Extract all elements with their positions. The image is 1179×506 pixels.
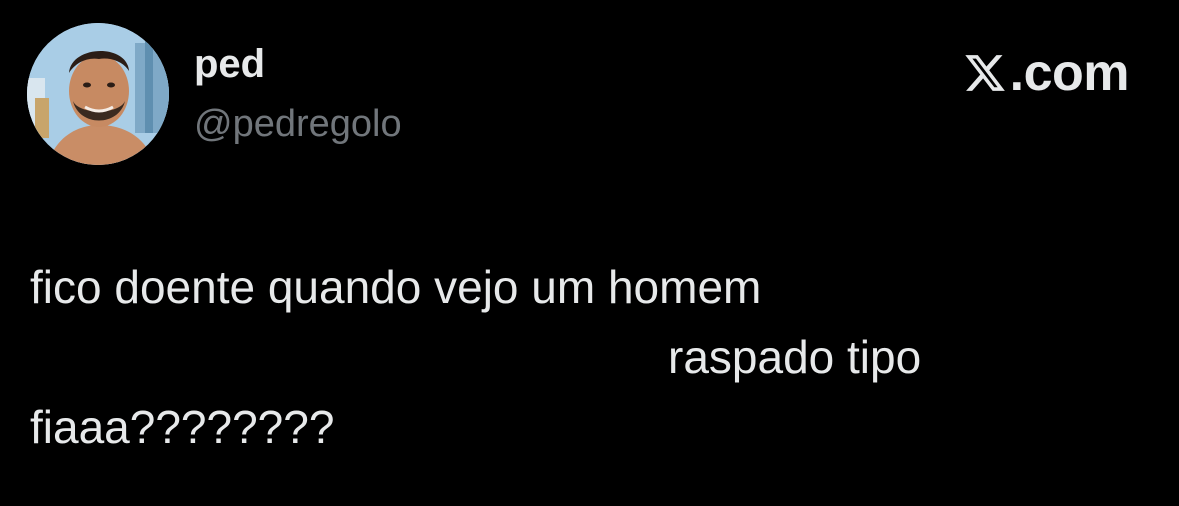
tweet-text-line: raspado tipo — [668, 331, 922, 383]
brand-label: .com — [1009, 44, 1130, 102]
avatar[interactable] — [27, 23, 169, 165]
tweet-text-line: fico doente quando vejo um homem — [30, 261, 762, 313]
x-logo-icon — [964, 55, 1005, 91]
tweet-text-line: fiaaa???????? — [30, 401, 335, 453]
tweet-card: ped @pedregolo .com fico doente quando v… — [0, 0, 1179, 506]
user-handle[interactable]: @pedregolo — [194, 100, 402, 148]
brand-watermark: .com — [963, 44, 1130, 102]
display-name[interactable]: ped — [194, 40, 265, 88]
avatar-photo-icon — [27, 23, 169, 165]
tweet-text: fico doente quando vejo um homem raspado… — [30, 252, 1130, 462]
